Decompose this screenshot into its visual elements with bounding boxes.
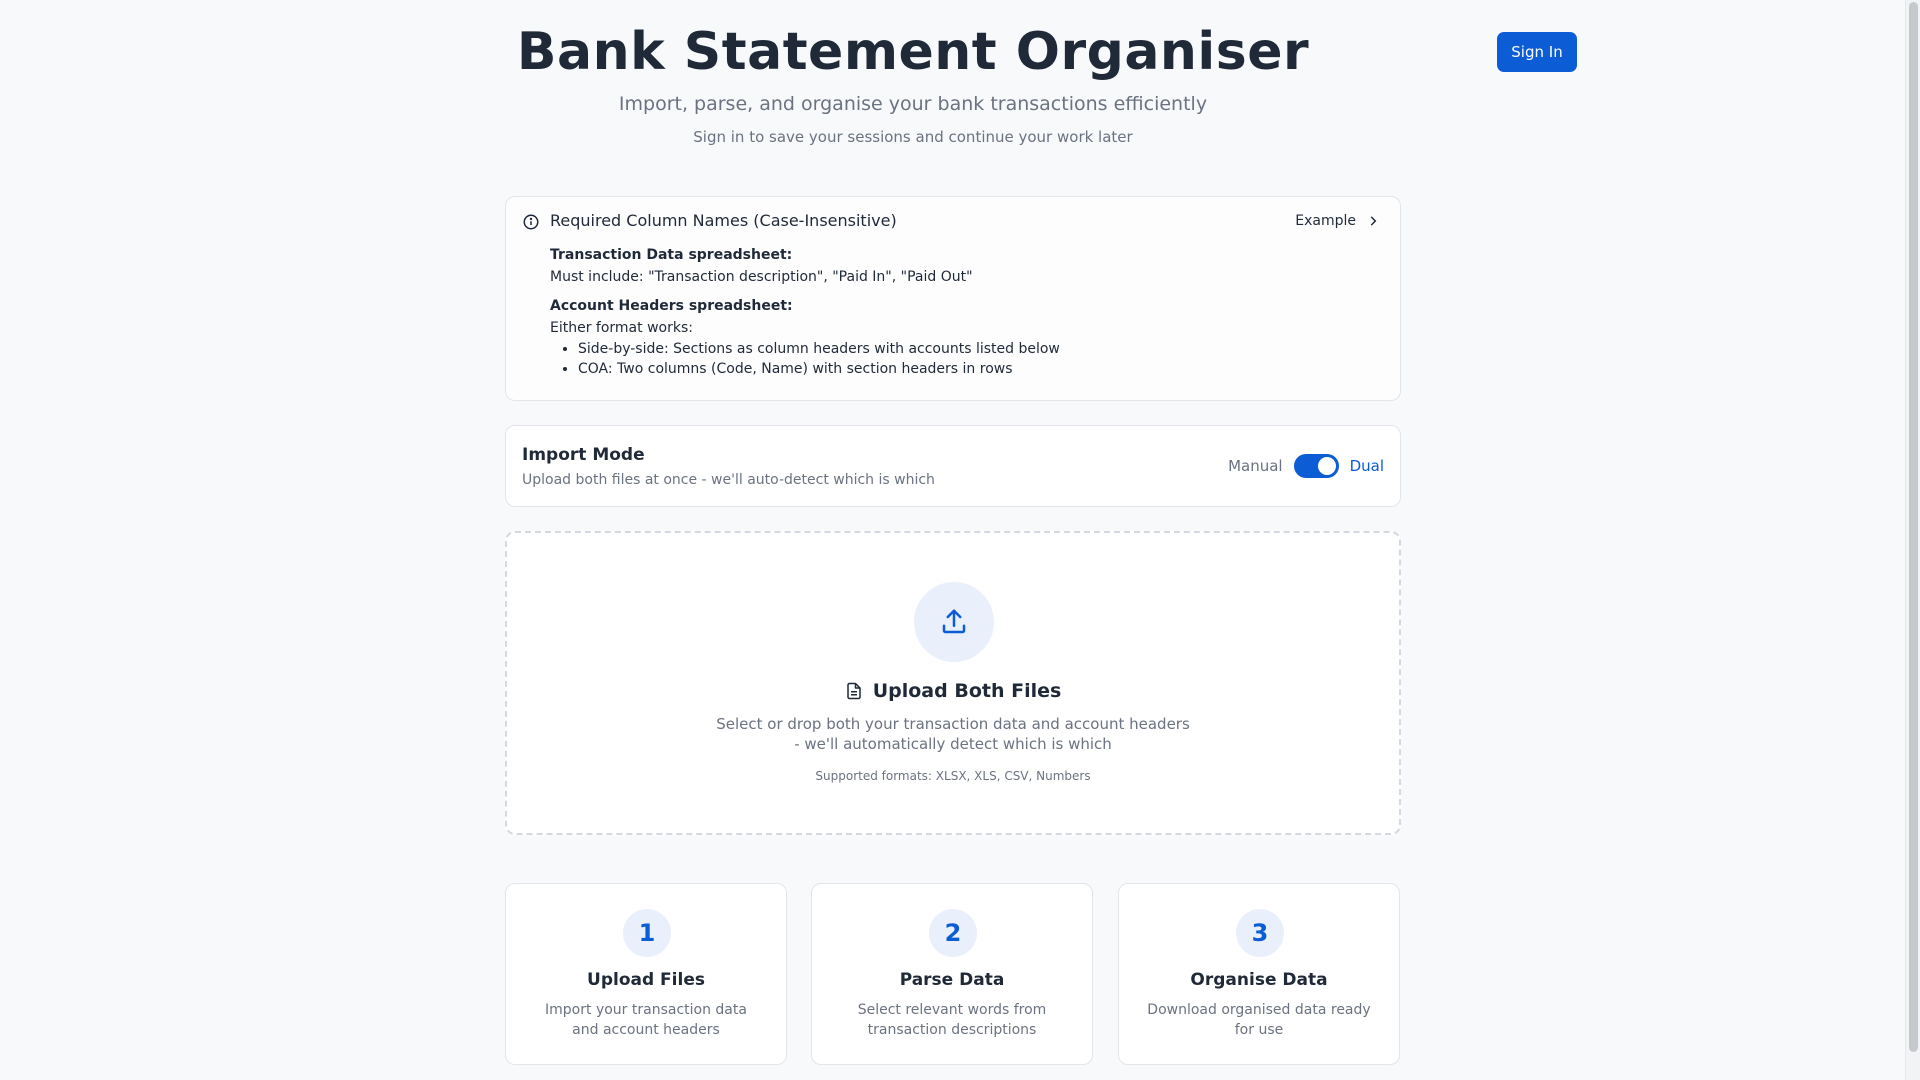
upload-description-line: - we'll automatically detect which is wh… — [794, 735, 1112, 753]
step-title: Organise Data — [1190, 970, 1328, 990]
step-card-upload: 1 Upload Files Import your transaction d… — [505, 883, 787, 1065]
import-mode-toggle-group: Manual Dual — [1228, 454, 1384, 478]
requirements-body: Transaction Data spreadsheet: Must inclu… — [550, 247, 1060, 378]
dual-label: Dual — [1349, 457, 1384, 475]
sign-in-hint: Sign in to save your sessions and contin… — [693, 128, 1133, 146]
step-card-parse: 2 Parse Data Select relevant words from … — [811, 883, 1093, 1065]
transaction-spreadsheet-label: Transaction Data spreadsheet: — [550, 247, 793, 263]
step-card-organise: 3 Organise Data Download organised data … — [1118, 883, 1400, 1065]
toggle-knob — [1317, 457, 1336, 475]
upload-title: Upload Both Files — [507, 680, 1399, 702]
import-mode-toggle[interactable] — [1293, 454, 1339, 478]
example-label: Example — [1295, 213, 1356, 229]
page-scrollbar[interactable] — [1905, 0, 1920, 1080]
file-drop-zone[interactable]: Upload Both Files Select or drop both yo… — [505, 531, 1401, 835]
required-columns-title: Required Column Names (Case-Insensitive) — [550, 211, 897, 230]
upload-title-text: Upload Both Files — [872, 680, 1062, 702]
chevron-right-icon — [1370, 216, 1377, 226]
step-description-line: Download organised data ready — [1147, 1002, 1371, 1018]
step-description-line: Select relevant words from — [857, 1002, 1047, 1018]
step-number: 3 — [1236, 909, 1284, 957]
step-description-line: transaction descriptions — [867, 1022, 1037, 1038]
format-list: Side-by-side: Sections as column headers… — [550, 340, 1060, 378]
upload-icon — [942, 609, 966, 634]
page: Bank Statement Organiser Import, parse, … — [0, 0, 1920, 1080]
step-description-line: Import your transaction data — [545, 1002, 747, 1018]
step-title: Upload Files — [587, 970, 705, 990]
format-list-item: COA: Two columns (Code, Name) with secti… — [578, 360, 1060, 378]
step-title: Parse Data — [899, 970, 1005, 990]
required-columns-card: Required Column Names (Case-Insensitive)… — [505, 196, 1401, 401]
step-number: 1 — [623, 909, 671, 957]
sign-in-button[interactable]: Sign In — [1497, 32, 1577, 72]
import-mode-card: Import Mode Upload both files at once - … — [505, 425, 1401, 507]
upload-description: Select or drop both your transaction dat… — [507, 714, 1399, 754]
transaction-spreadsheet-text: Must include: "Transaction description",… — [550, 269, 973, 285]
supported-formats: Supported formats: XLSX, XLS, CSV, Numbe… — [815, 769, 1091, 783]
manual-label: Manual — [1228, 457, 1283, 475]
step-description: Download organised data ready for use — [1139, 1000, 1379, 1040]
step-number: 2 — [929, 909, 977, 957]
format-list-item: Side-by-side: Sections as column headers… — [578, 340, 1060, 358]
info-icon — [523, 214, 539, 230]
upload-description-line: Select or drop both your transaction dat… — [716, 715, 1190, 733]
page-subtitle: Import, parse, and organise your bank tr… — [618, 93, 1208, 115]
file-icon — [846, 682, 861, 700]
account-spreadsheet-label: Account Headers spreadsheet: — [550, 298, 793, 314]
upload-icon-circle — [914, 582, 994, 662]
account-spreadsheet-text: Either format works: — [550, 320, 693, 336]
example-toggle[interactable]: Example — [1295, 213, 1380, 229]
step-description-line: and account headers — [572, 1022, 720, 1038]
step-description: Import your transaction data and account… — [526, 1000, 766, 1040]
import-mode-title: Import Mode — [522, 445, 645, 465]
step-description-line: for use — [1234, 1022, 1284, 1038]
import-mode-description: Upload both files at once - we'll auto-d… — [522, 472, 935, 488]
step-description: Select relevant words from transaction d… — [832, 1000, 1072, 1040]
scrollbar-thumb[interactable] — [1909, 2, 1918, 1052]
